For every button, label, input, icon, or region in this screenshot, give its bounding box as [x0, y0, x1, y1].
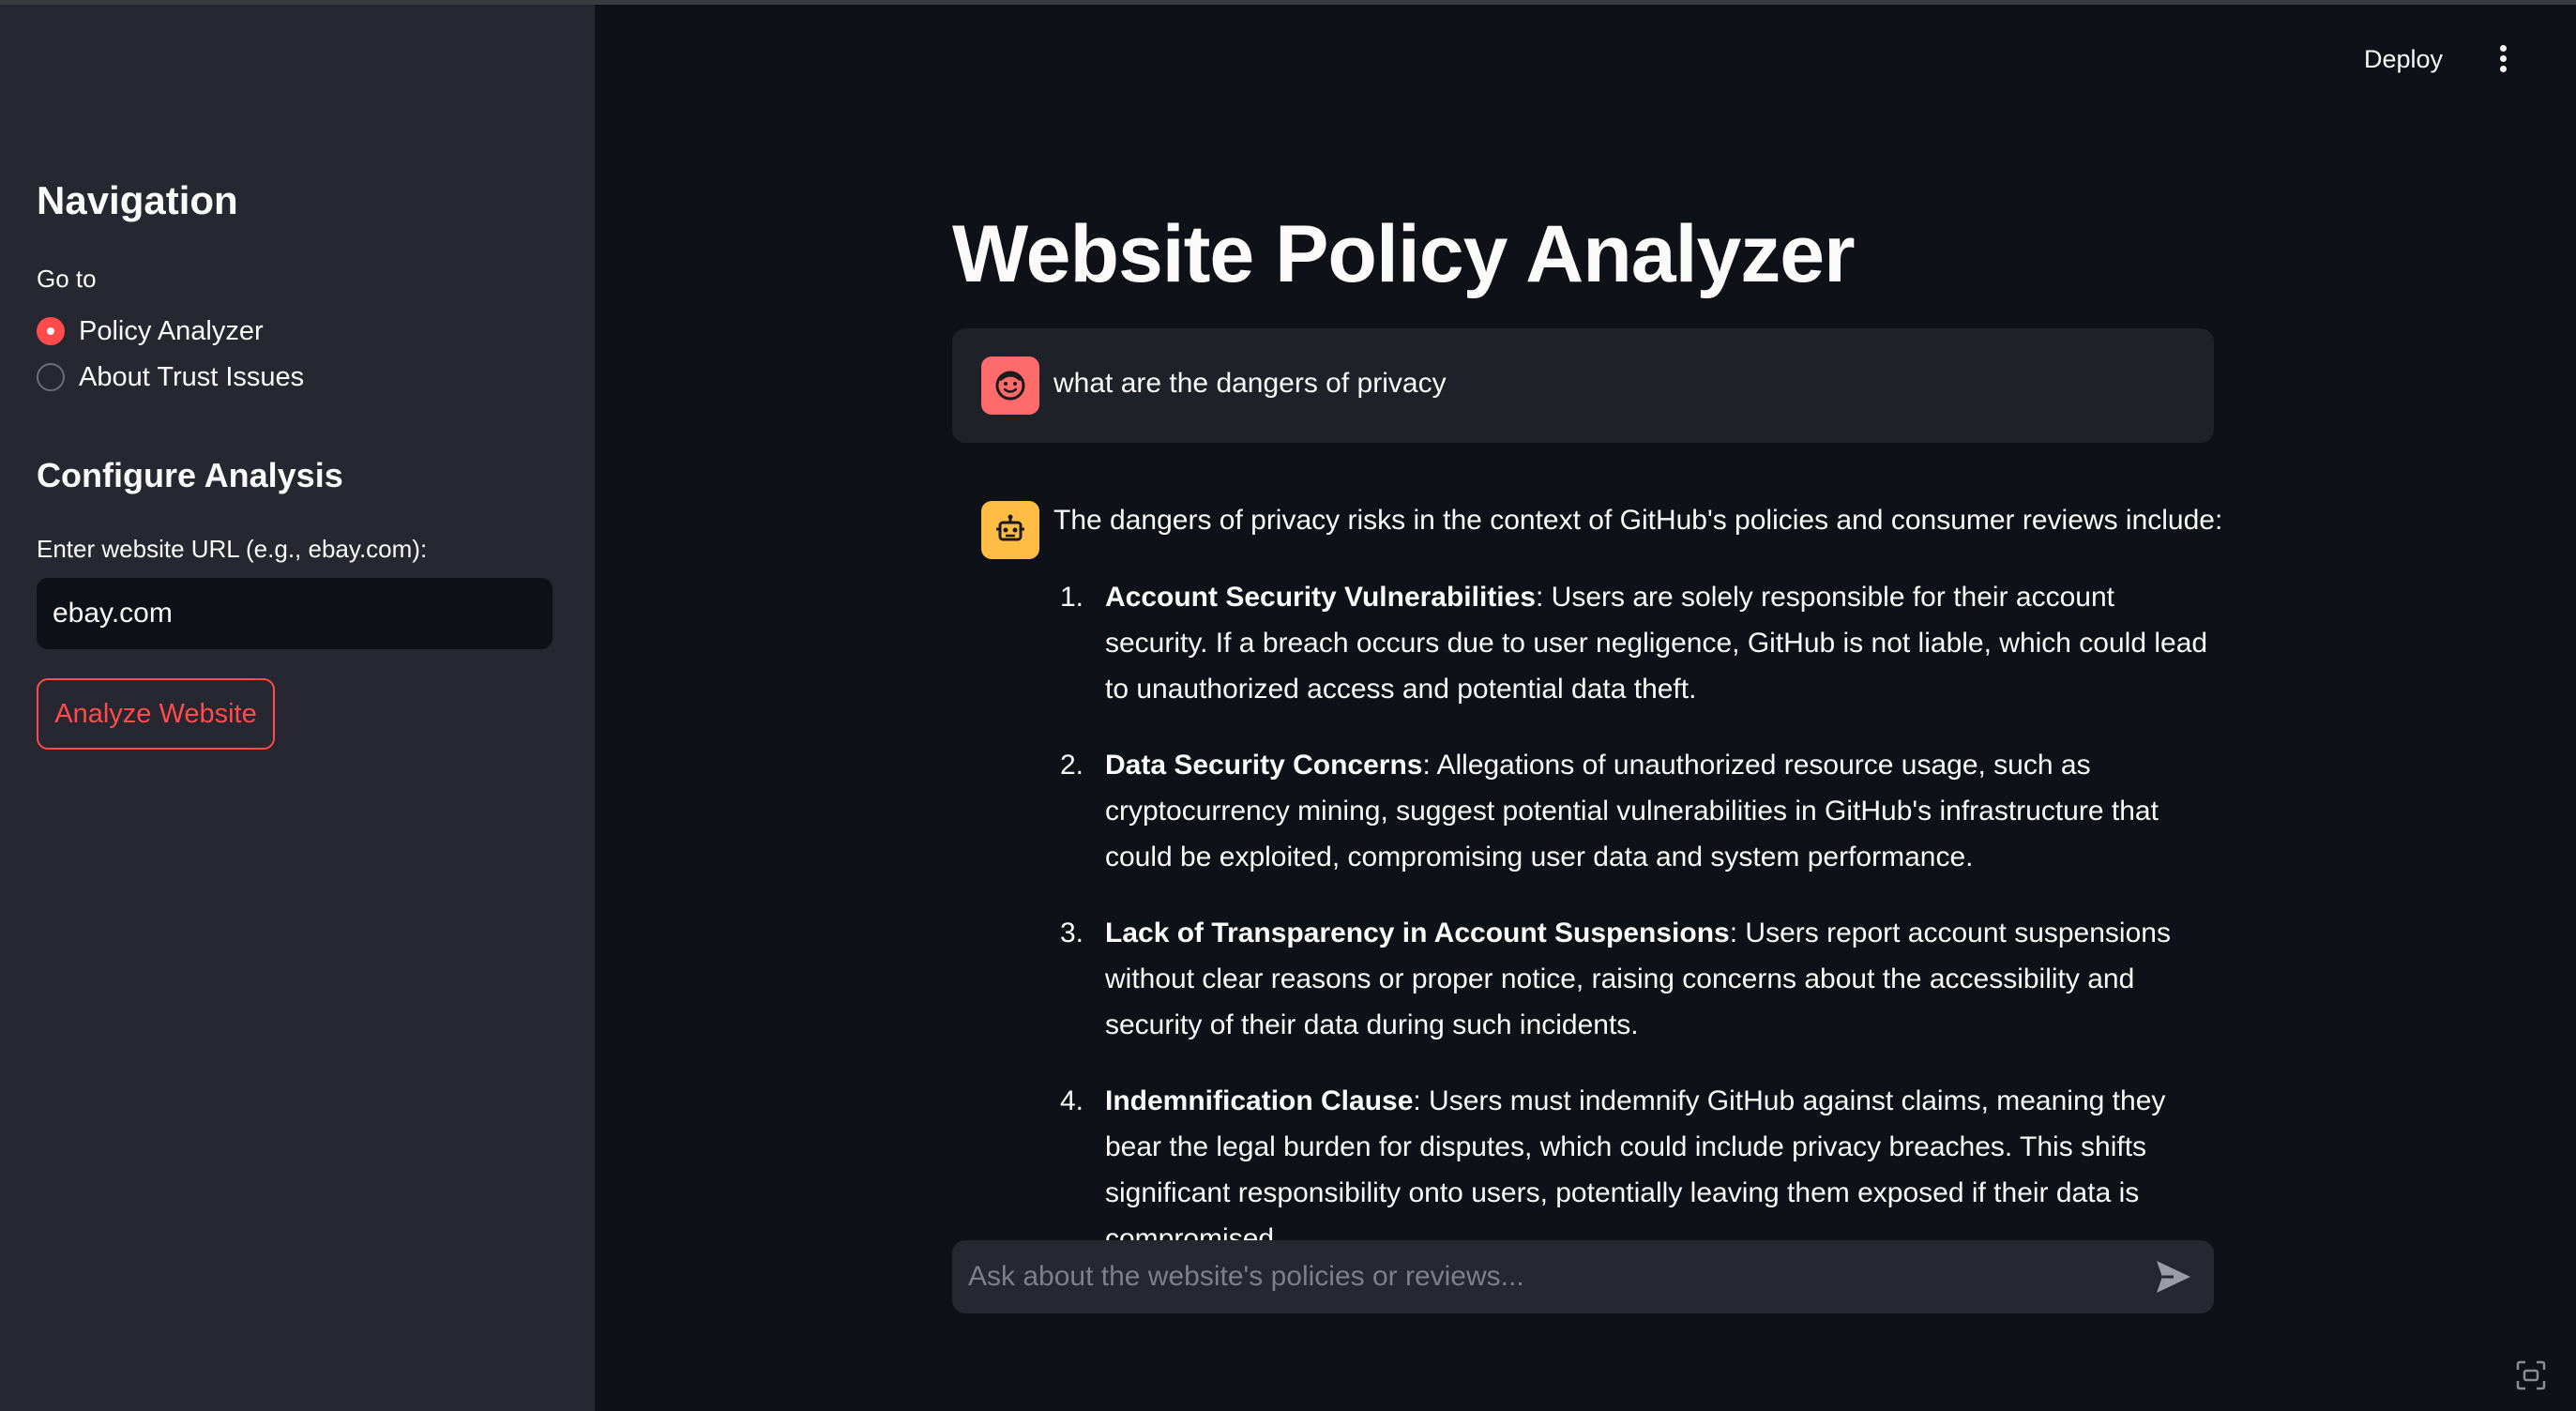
radio-selected-icon[interactable] — [37, 317, 65, 345]
user-message-text: what are the dangers of privacy — [1053, 368, 1447, 399]
analyze-website-button[interactable]: Analyze Website — [37, 678, 275, 750]
list-item-title: Indemnification Clause — [1105, 1085, 1414, 1116]
list-item-number: 3. — [1060, 918, 1084, 948]
list-item-body: Data Security Concerns: Allegations of u… — [1105, 742, 2214, 880]
send-icon[interactable] — [2153, 1257, 2194, 1297]
radio-unselected-icon[interactable] — [37, 363, 65, 391]
user-chat-message: what are the dangers of privacy — [952, 328, 2214, 443]
list-item: 3. Lack of Transparency in Account Suspe… — [1060, 910, 2214, 1048]
list-item: 4. Indemnification Clause: Users must in… — [1060, 1078, 2214, 1262]
radio-option-about-trust-issues[interactable]: About Trust Issues — [37, 358, 304, 396]
robot-icon — [981, 501, 1039, 559]
chat-input[interactable] — [952, 1240, 2134, 1313]
list-item: 2. Data Security Concerns: Allegations o… — [1060, 742, 2214, 880]
window-top-border — [0, 0, 2576, 5]
list-item-body: Lack of Transparency in Account Suspensi… — [1105, 910, 2214, 1048]
list-item-body: Indemnification Clause: Users must indem… — [1105, 1078, 2214, 1262]
configure-analysis-heading: Configure Analysis — [37, 456, 343, 494]
list-item-number: 1. — [1060, 582, 1084, 613]
assistant-intro-text: The dangers of privacy risks in the cont… — [1053, 505, 2223, 536]
list-item-title: Account Security Vulnerabilities — [1105, 582, 1537, 613]
list-item-title: Data Security Concerns — [1105, 750, 1423, 781]
website-url-input[interactable] — [37, 578, 553, 649]
chat-input-container — [952, 1240, 2214, 1313]
deploy-button[interactable]: Deploy — [2364, 45, 2443, 74]
navigation-heading: Navigation — [37, 178, 238, 222]
assistant-response-list: 1. Account Security Vulnerabilities: Use… — [1060, 574, 2214, 1292]
list-item: 1. Account Security Vulnerabilities: Use… — [1060, 574, 2214, 712]
radio-option-label: Policy Analyzer — [79, 315, 264, 346]
smiley-face-icon — [981, 357, 1039, 415]
list-item-body: Account Security Vulnerabilities: Users … — [1105, 574, 2214, 712]
radio-option-policy-analyzer[interactable]: Policy Analyzer — [37, 312, 264, 350]
list-item-title: Lack of Transparency in Account Suspensi… — [1105, 918, 1730, 948]
page-title: Website Policy Analyzer — [952, 209, 1856, 299]
list-item-number: 4. — [1060, 1085, 1084, 1116]
kebab-menu-icon[interactable] — [2490, 45, 2516, 79]
scan-icon[interactable] — [2514, 1358, 2548, 1392]
sidebar: Navigation Go to Policy Analyzer About T… — [0, 0, 595, 1411]
url-field-label: Enter website URL (e.g., ebay.com): — [37, 535, 428, 563]
goto-label: Go to — [37, 265, 97, 293]
radio-option-label: About Trust Issues — [79, 361, 305, 392]
list-item-number: 2. — [1060, 750, 1084, 781]
